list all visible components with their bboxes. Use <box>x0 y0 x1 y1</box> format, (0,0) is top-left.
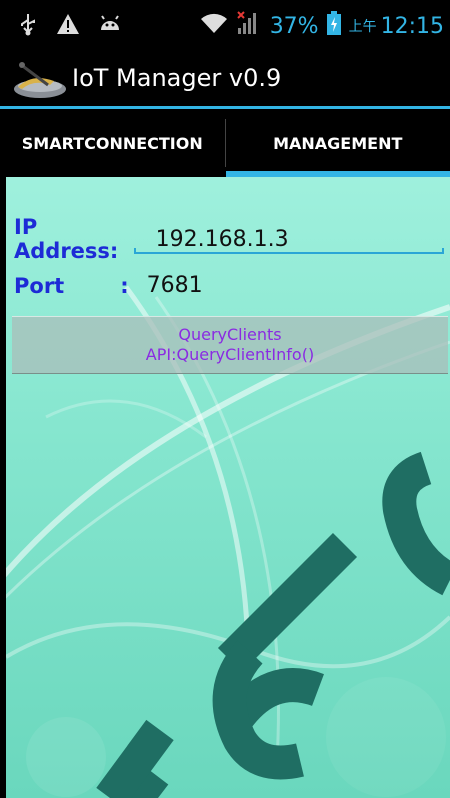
management-panel: IP Address: Port : QueryClients API:Quer… <box>6 177 450 798</box>
port-row: Port : <box>14 273 353 298</box>
screen: 37% 上午 12:15 IoT Manager v0.9 SMARTCONNE… <box>0 0 450 798</box>
background-swirl <box>6 285 450 797</box>
battery-icon <box>326 11 341 41</box>
ip-address-label: IP Address: <box>14 215 119 263</box>
app-title: IoT Manager v0.9 <box>72 64 282 92</box>
tab-smartconnection[interactable]: SMARTCONNECTION <box>0 109 225 177</box>
notification-icons <box>18 12 122 41</box>
warning-icon <box>56 13 80 40</box>
usb-icon <box>18 12 38 41</box>
query-button-line2: API:QueryClientInfo() <box>145 345 315 364</box>
status-bar: 37% 上午 12:15 <box>0 0 450 50</box>
action-bar: IoT Manager v0.9 <box>0 50 450 109</box>
tab-bar: SMARTCONNECTION MANAGEMENT <box>0 109 450 177</box>
port-input[interactable] <box>140 273 353 298</box>
system-indicators: 37% 上午 12:15 <box>200 10 444 42</box>
ip-input-underline <box>134 248 444 254</box>
query-clients-button[interactable]: QueryClients API:QueryClientInfo() <box>12 316 448 374</box>
ip-row: IP Address: <box>14 215 450 263</box>
signal-icon <box>236 10 262 42</box>
time-prefix: 上午 <box>348 19 377 35</box>
battery-percent: 37% <box>269 13 319 39</box>
clock: 12:15 <box>380 13 444 39</box>
wifi-icon <box>200 12 228 40</box>
android-icon <box>98 14 122 39</box>
port-colon: : <box>120 273 129 298</box>
query-button-line1: QueryClients <box>178 325 282 344</box>
app-logo-icon <box>10 55 68 101</box>
port-label: Port <box>14 273 65 298</box>
ip-address-input[interactable] <box>149 226 450 252</box>
tab-management[interactable]: MANAGEMENT <box>225 109 450 177</box>
